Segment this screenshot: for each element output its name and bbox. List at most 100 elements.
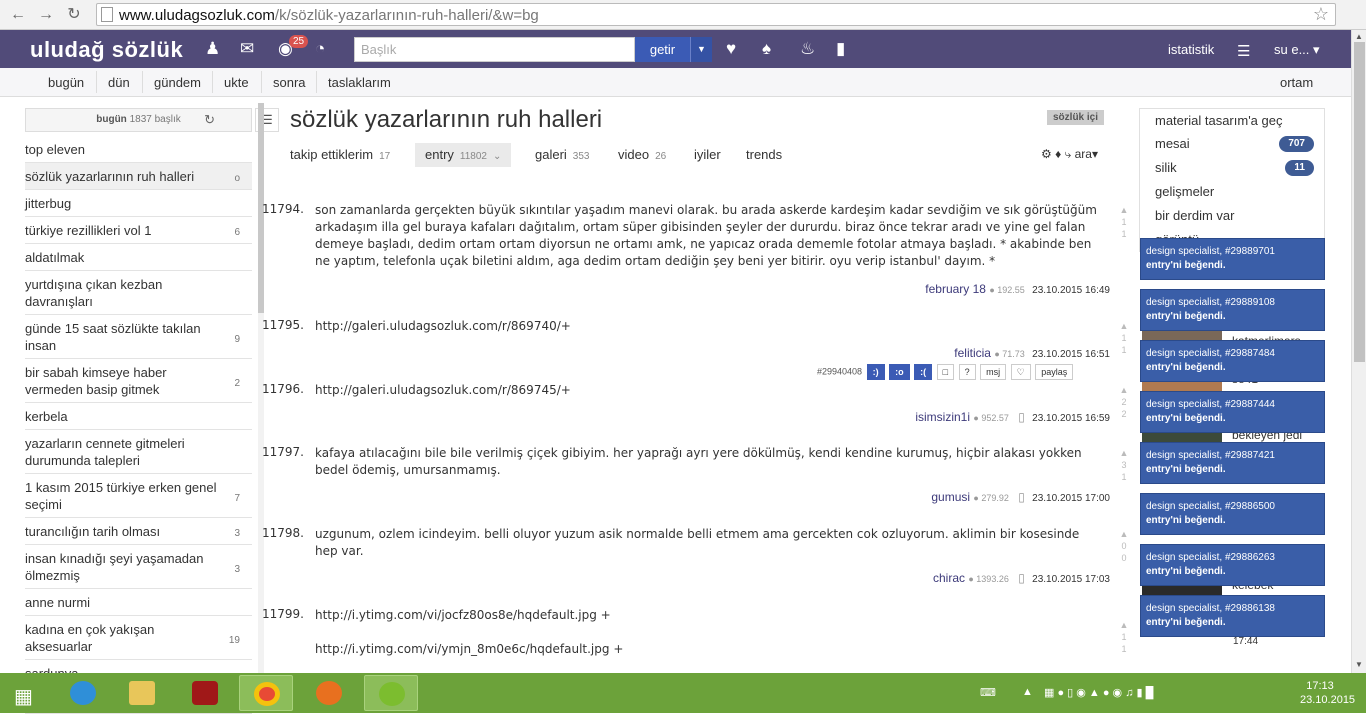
mesai-link[interactable]: mesai 707 bbox=[1139, 132, 1325, 156]
nav-ukte[interactable]: ukte bbox=[224, 75, 249, 90]
share-icon[interactable]: ⤷ bbox=[1065, 147, 1072, 161]
nav-sonra[interactable]: sonra bbox=[273, 75, 306, 90]
derdim-var-link[interactable]: bir derdim var bbox=[1139, 204, 1325, 228]
entry-date[interactable]: 23.10.2015 17:00 bbox=[1032, 493, 1110, 504]
settings-icon[interactable]: ⚙ bbox=[1041, 147, 1052, 161]
like-notification-toast[interactable]: design specialist, #29887421 entry'ni beğ… bbox=[1140, 442, 1325, 484]
tag-icon[interactable]: ♦ bbox=[1055, 147, 1061, 161]
topic-list-item[interactable]: kadına en çok yakışan aksesuarlar 19 bbox=[25, 616, 252, 660]
heart-icon[interactable]: ♥ bbox=[726, 39, 736, 59]
topic-list-item[interactable]: aldatılmak bbox=[25, 244, 252, 271]
hamburger-icon[interactable]: ☰ bbox=[1237, 42, 1250, 60]
silik-link[interactable]: silik 11 bbox=[1139, 156, 1325, 180]
search-dropdown-icon[interactable]: ▼ bbox=[690, 37, 712, 62]
entry-date[interactable]: 23.10.2015 17:03 bbox=[1032, 574, 1110, 585]
taskbar-ie[interactable] bbox=[56, 675, 110, 711]
message-button[interactable]: msj bbox=[980, 364, 1007, 380]
entry-link[interactable]: http://i.ytimg.com/vi/jocfz80os8e/hqdefa… bbox=[315, 607, 1105, 624]
tab-gallery[interactable]: galeri 353 bbox=[535, 143, 589, 167]
page-scrollbar[interactable]: ▲ ▼ bbox=[1351, 30, 1366, 673]
entry-date[interactable]: 23.10.2015 16:51 bbox=[1032, 349, 1110, 360]
nav-taslaklarim[interactable]: taslaklarım bbox=[328, 75, 391, 90]
topic-list-item[interactable]: bir sabah kimseye haber vermeden basip g… bbox=[25, 359, 252, 403]
tab-iyiler[interactable]: iyiler bbox=[694, 143, 721, 167]
site-logo[interactable]: uludağ sözlük bbox=[30, 37, 183, 63]
tab-entry[interactable]: entry 11802 ⌄ bbox=[415, 143, 512, 167]
topic-list-item[interactable]: günde 15 saat sözlükte takılan insan 9 bbox=[25, 315, 252, 359]
entry-author[interactable]: february 18 bbox=[925, 282, 986, 296]
entry-date[interactable]: 23.10.2015 16:49 bbox=[1032, 285, 1110, 296]
tab-video[interactable]: video 26 bbox=[618, 143, 666, 167]
bookmark-star-icon[interactable]: ☆ bbox=[1313, 4, 1329, 25]
like-notification-toast[interactable]: design specialist, #29886500 entry'ni beğ… bbox=[1140, 493, 1325, 535]
topic-list-item[interactable]: yazarların cennete gitmeleri durumunda t… bbox=[25, 430, 252, 474]
like-notification-toast[interactable]: design specialist, #29886138 entry'ni beğ… bbox=[1140, 595, 1325, 637]
topic-search-button[interactable]: ara▾ bbox=[1075, 147, 1098, 161]
topic-list-header[interactable]: bugün 1837 başlık ↻ bbox=[25, 108, 252, 132]
topic-list-item[interactable]: türkiye rezillikleri vol 1 6 bbox=[25, 217, 252, 244]
topic-list-item[interactable]: anne nurmi bbox=[25, 589, 252, 616]
vote-widget[interactable]: ▲ 1 1 bbox=[1117, 619, 1131, 655]
smile-button[interactable]: :) bbox=[866, 364, 885, 380]
gelismeler-link[interactable]: gelişmeler bbox=[1139, 180, 1325, 204]
comment-icon[interactable]: □ bbox=[936, 364, 955, 380]
scroll-up-icon[interactable]: ▲ bbox=[1355, 32, 1363, 41]
people-icon[interactable]: ♠ bbox=[762, 39, 771, 59]
entry-date[interactable]: 23.10.2015 16:59 bbox=[1032, 413, 1110, 424]
forward-icon[interactable]: → bbox=[36, 5, 56, 25]
tab-trends[interactable]: trends bbox=[746, 143, 782, 167]
like-notification-toast[interactable]: design specialist, #29889108 entry'ni beğ… bbox=[1140, 289, 1325, 331]
entry-author[interactable]: feliticia bbox=[954, 346, 991, 360]
tab-following[interactable]: takip ettiklerim 17 bbox=[290, 143, 390, 167]
keyboard-icon[interactable]: ⌨ bbox=[980, 686, 996, 699]
search-input[interactable]: Başlık bbox=[354, 37, 635, 62]
tray-expand-icon[interactable]: ▲ bbox=[1022, 686, 1033, 698]
entry-link[interactable]: http://i.ytimg.com/vi/ymjn_8m0e6c/hqdefa… bbox=[315, 641, 1105, 658]
messages-icon[interactable]: ✉ bbox=[240, 39, 254, 59]
user-icon[interactable]: ♟ bbox=[205, 39, 220, 59]
topic-list-item[interactable]: sözlük yazarlarının ruh halleri o bbox=[25, 163, 252, 190]
scrollbar-thumb[interactable] bbox=[1354, 42, 1365, 362]
like-notification-toast[interactable]: design specialist, #29889701 entry'ni beğ… bbox=[1140, 238, 1325, 280]
statistics-link[interactable]: istatistik bbox=[1168, 42, 1214, 57]
nav-bugun[interactable]: bugün bbox=[48, 75, 84, 90]
taskbar-chrome[interactable] bbox=[239, 675, 293, 711]
start-button[interactable]: ▦ bbox=[0, 675, 54, 711]
question-icon[interactable]: ? bbox=[958, 364, 976, 380]
like-notification-toast[interactable]: design specialist, #29886263 entry'ni beğ… bbox=[1140, 544, 1325, 586]
clock-icon[interactable]: ◔ bbox=[315, 39, 325, 59]
topic-list-item[interactable]: yurtdışına çıkan kezban davranışları bbox=[25, 271, 252, 315]
vote-widget[interactable]: ▲ 3 1 bbox=[1117, 447, 1131, 483]
vote-widget[interactable]: ▲ 0 0 bbox=[1117, 528, 1131, 564]
like-notification-toast[interactable]: design specialist, #29887444 entry'ni beğ… bbox=[1140, 391, 1325, 433]
taskbar-firefox[interactable] bbox=[302, 675, 356, 711]
topic-list-item[interactable]: turancılığın tarih olması 3 bbox=[25, 518, 252, 545]
book-icon[interactable]: ▮ bbox=[836, 39, 845, 59]
nav-gundem[interactable]: gündem bbox=[154, 75, 201, 90]
topic-list-item[interactable]: insan kınadığı şeyi yaşamadan ölmezmiş 3 bbox=[25, 545, 252, 589]
refresh-icon[interactable]: ↻ bbox=[204, 109, 215, 131]
topic-list-item[interactable]: top eleven bbox=[25, 136, 252, 163]
surprise-button[interactable]: :o bbox=[889, 364, 910, 380]
user-menu[interactable]: su e... ▾ bbox=[1274, 42, 1320, 58]
fire-icon[interactable]: ♨ bbox=[800, 39, 815, 59]
page-title[interactable]: sözlük yazarlarının ruh halleri bbox=[290, 106, 602, 134]
taskbar-power[interactable] bbox=[178, 675, 232, 711]
entry-id[interactable]: #29940408 bbox=[817, 366, 862, 376]
entry-link[interactable]: http://galeri.uludagsozluk.com/r/869740/… bbox=[315, 318, 1105, 335]
system-clock[interactable]: 17:13 23.10.2015 bbox=[1300, 679, 1355, 707]
share-button[interactable]: paylaş bbox=[1035, 364, 1074, 380]
like-notification-toast[interactable]: design specialist, #29887484 entry'ni beğ… bbox=[1140, 340, 1325, 382]
category-badge[interactable]: sözlük içi bbox=[1047, 110, 1105, 125]
taskbar-utorrent[interactable] bbox=[364, 675, 418, 711]
topic-list-item[interactable]: jitterbug bbox=[25, 190, 252, 217]
back-icon[interactable]: ← bbox=[8, 5, 28, 25]
taskbar-explorer[interactable] bbox=[115, 675, 169, 711]
sad-button[interactable]: :( bbox=[914, 364, 933, 380]
vote-widget[interactable]: ▲ 1 1 bbox=[1117, 320, 1131, 356]
entry-author[interactable]: chirac bbox=[933, 571, 965, 585]
reload-icon[interactable]: ↻ bbox=[64, 5, 84, 25]
nav-dun[interactable]: dün bbox=[108, 75, 130, 90]
entry-author[interactable]: isimsizin1i bbox=[915, 410, 970, 424]
tray-apps-icon[interactable]: ▦ ● ▯ ◉ ▲ ● ◉ ♫ ▮ █ bbox=[1044, 686, 1153, 699]
